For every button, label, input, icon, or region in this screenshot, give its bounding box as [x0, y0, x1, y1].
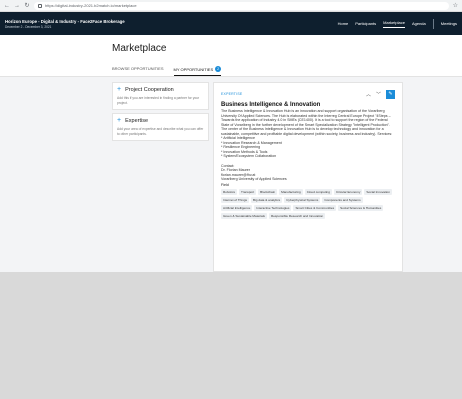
field-tag: Green & Sustainable Materials — [221, 212, 267, 219]
event-info: Horizon Europe - Digital & Industry - Fa… — [5, 19, 125, 29]
plus-icon: + — [117, 86, 122, 93]
empty-background — [0, 272, 462, 399]
event-date: December 2 - December 3, 2021 — [5, 24, 52, 29]
card-title: Expertise — [125, 118, 149, 124]
nav-agenda[interactable]: Agenda — [412, 21, 426, 26]
forward-icon[interactable]: → — [14, 0, 20, 12]
app-header: Horizon Europe - Digital & Industry - Fa… — [0, 12, 462, 35]
field-tag: Robotics — [221, 188, 238, 195]
page-header: Marketplace BROWSE OPPORTUNITIES MY OPPO… — [0, 35, 462, 77]
edit-button[interactable]: ✎ — [386, 89, 395, 99]
browser-window: ← → ↻ https://digital-industry-2021.b2ma… — [0, 0, 462, 272]
tab-my-opportunities[interactable]: MY OPPORTUNITIES 2 — [173, 66, 222, 76]
address-bar[interactable]: https://digital-industry-2021.b2match.io… — [34, 1, 449, 10]
nav-participants[interactable]: Participants — [355, 21, 376, 26]
field-tags: Robotics Transport Blockchain Manufactur… — [221, 188, 395, 219]
event-title[interactable]: Horizon Europe - Digital & Industry - Fa… — [5, 19, 125, 24]
card-description: Add your area of expertise and describe … — [117, 127, 204, 136]
field-tag: Social Innovation — [364, 188, 392, 195]
page-title: Marketplace — [112, 43, 167, 54]
field-tag: Smart Cities & Communities — [293, 204, 337, 211]
field-tag: Responsible Research and Innovation — [268, 212, 326, 219]
nav-divider — [432, 18, 434, 29]
bookmark-star-icon[interactable]: ☆ — [453, 2, 458, 9]
opportunity-title: Business Intelligence & Innovation — [221, 102, 321, 108]
field-tag: Cyberphysical Systems — [284, 196, 321, 203]
url-text: https://digital-industry-2021.b2match.io… — [45, 3, 137, 8]
field-tag: Cloud computing — [304, 188, 332, 195]
nav-home[interactable]: Home — [338, 21, 349, 26]
browser-toolbar: ← → ↻ https://digital-industry-2021.b2ma… — [0, 0, 462, 12]
field-tag: Social Sciences & Humanities — [338, 204, 384, 211]
add-project-cooperation-card[interactable]: + Project Cooperation Add this if you ar… — [112, 82, 209, 110]
field-tag: Transport — [239, 188, 257, 195]
chevron-up-icon[interactable]: ︿ — [366, 91, 371, 98]
card-title: Project Cooperation — [125, 87, 174, 93]
expertise-card: EXPERTISE ︿ ﹀ ✎ Business Intelligence & … — [213, 82, 403, 272]
tab-my-opportunities-label: MY OPPORTUNITIES — [173, 66, 214, 72]
add-expertise-card[interactable]: + Expertise Add your area of expertise a… — [112, 113, 209, 141]
main-content: Marketplace BROWSE OPPORTUNITIES MY OPPO… — [0, 35, 462, 272]
add-opportunity-column: + Project Cooperation Add this if you ar… — [112, 82, 209, 144]
count-badge: 2 — [215, 66, 222, 72]
chevron-down-icon[interactable]: ﹀ — [376, 91, 381, 98]
plus-icon: + — [117, 117, 122, 124]
lock-icon — [38, 3, 42, 8]
field-tag: Blockchain — [258, 188, 278, 195]
field-tag: Internet of Things — [221, 196, 250, 203]
field-tag: Artificial Intelligence — [221, 204, 253, 211]
nav-meetings[interactable]: Meetings — [441, 21, 457, 26]
back-icon[interactable]: ← — [4, 0, 10, 12]
reload-icon[interactable]: ↻ — [24, 0, 30, 12]
field-tag: Components and Systems — [322, 196, 363, 203]
contact-info: Contact: Dr. Florian Maurer florian.maur… — [221, 163, 287, 182]
field-tag: Manufacturing — [279, 188, 303, 195]
opportunity-type-label: EXPERTISE — [221, 92, 243, 96]
nav-marketplace[interactable]: Marketplace — [383, 20, 405, 28]
tab-bar: BROWSE OPPORTUNITIES MY OPPORTUNITIES 2 — [112, 66, 222, 76]
card-description: Add this if you are interested in findin… — [117, 96, 200, 105]
top-navigation: Home Participants Marketplace Agenda Mee… — [338, 18, 457, 29]
field-tag: Interactive Technologies — [254, 204, 292, 211]
tab-browse-opportunities[interactable]: BROWSE OPPORTUNITIES — [112, 66, 164, 76]
opportunity-description: The Business Intelligence & Innovation H… — [221, 109, 393, 158]
field-tag: Big data & analytics — [251, 196, 283, 203]
field-tag: Circular Economy — [333, 188, 363, 195]
field-label: Field — [221, 182, 229, 187]
